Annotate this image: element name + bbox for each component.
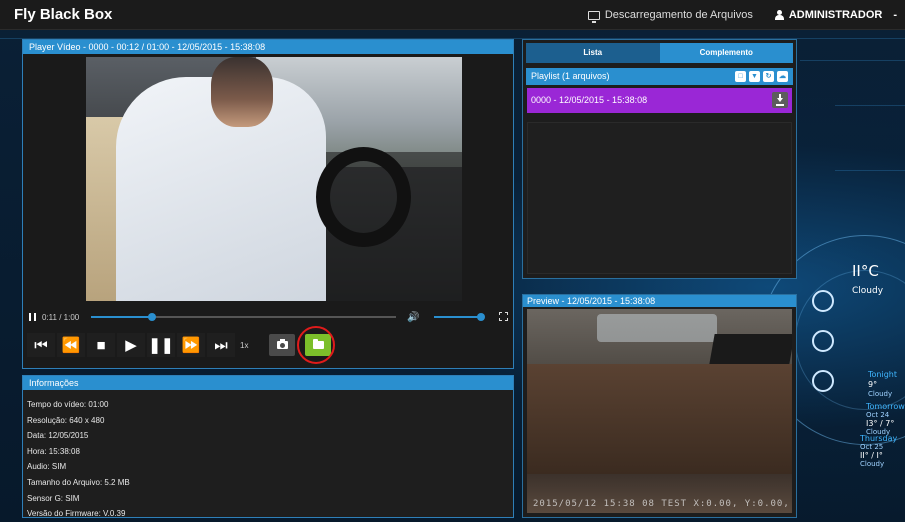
- highlight-circle: [297, 326, 335, 364]
- user-menu[interactable]: ADMINISTRADOR -: [774, 9, 897, 21]
- info-title: Informações: [23, 376, 513, 390]
- hud-tonight-label: Tonight: [868, 370, 897, 379]
- tab-lista[interactable]: Lista: [526, 43, 660, 63]
- playback-controls: ⏮ ⏪ ■ ▶ ❚❚ ⏩ ⏭ 1x: [27, 333, 332, 357]
- download-icon: [776, 94, 784, 106]
- volume-handle[interactable]: [477, 313, 485, 321]
- info-panel: Informações Tempo do vídeo: 01:00 Resolu…: [22, 375, 514, 518]
- document-icon[interactable]: □: [735, 71, 746, 82]
- fast-forward-icon: ⏩: [181, 337, 201, 354]
- hud-thursday-cond: Cloudy: [860, 460, 885, 468]
- playlist-item[interactable]: 0000 - 12/05/2015 - 15:38:08: [527, 88, 792, 113]
- playlist-header: Playlist (1 arquivos) □ ▼ ↻ ☁: [526, 68, 793, 85]
- volume-slider[interactable]: [434, 313, 485, 321]
- hud-tonight-temp: 9°: [868, 380, 878, 389]
- skip-start-icon: ⏮: [34, 336, 48, 354]
- preview-overlay-text: 2015/05/12 15:38 08 TEST X:0.00, Y:0.00,…: [533, 499, 792, 509]
- info-line: Versão do Firmware: V.0.39: [27, 509, 126, 519]
- fullscreen-icon[interactable]: [499, 312, 508, 321]
- last-button[interactable]: ⏭: [207, 333, 235, 357]
- app-title[interactable]: Fly Black Box: [14, 6, 112, 23]
- refresh-icon[interactable]: ↻: [763, 71, 774, 82]
- tab-complemento[interactable]: Complemento: [659, 43, 793, 63]
- player-title: Player Vídeo - 0000 - 00:12 / 01:00 - 12…: [23, 40, 513, 54]
- info-line: Tempo do vídeo: 01:00: [27, 400, 109, 409]
- speed-label[interactable]: 1x: [240, 341, 248, 350]
- stop-button[interactable]: ■: [87, 333, 115, 357]
- fast-forward-button[interactable]: ⏩: [177, 333, 205, 357]
- cloud-icon[interactable]: ☁: [777, 71, 788, 82]
- time-display: 0:11 / 1:00: [42, 312, 80, 322]
- downloads-label: Descarregamento de Arquivos: [604, 9, 753, 21]
- info-line: Audio: SIM: [27, 462, 67, 472]
- playlist-title: Playlist (1 arquivos): [531, 71, 610, 81]
- seek-handle[interactable]: [148, 313, 156, 321]
- video-frame[interactable]: [86, 57, 462, 301]
- preview-title: Preview - 12/05/2015 - 15:38:08: [523, 295, 796, 307]
- progress-row: 0:11 / 1:00 🔊: [29, 310, 509, 324]
- downloads-link[interactable]: Descarregamento de Arquivos: [587, 9, 753, 23]
- monitor-icon: [587, 10, 600, 23]
- user-label: ADMINISTRADOR: [788, 9, 883, 21]
- info-line: Sensor G: SIM: [27, 493, 80, 503]
- skip-end-icon: ⏭: [214, 336, 228, 354]
- hud-tonight-cond: Cloudy: [868, 390, 893, 398]
- top-navbar: Fly Black Box Descarregamento de Arquivo…: [0, 0, 905, 30]
- info-line: Hora: 15:38:08: [27, 446, 80, 456]
- user-caret: -: [893, 9, 897, 21]
- camera-icon: [276, 339, 288, 349]
- rewind-icon: ⏪: [61, 337, 81, 354]
- info-line: Resolução: 640 x 480: [27, 415, 105, 425]
- play-button[interactable]: ▶: [117, 333, 145, 357]
- preview-image: 2015/05/12 15:38 08 TEST X:0.00, Y:0.00,…: [527, 309, 792, 513]
- hud-condition: Cloudy: [852, 286, 884, 296]
- download-button[interactable]: [772, 92, 788, 108]
- hud-temperature: II°C: [852, 262, 879, 280]
- first-button[interactable]: ⏮: [27, 333, 55, 357]
- play-icon: ▶: [125, 337, 137, 354]
- playlist-item-label: 0000 - 12/05/2015 - 15:38:08: [531, 95, 648, 105]
- snapshot-button[interactable]: [269, 334, 296, 356]
- playlist-area: [527, 122, 792, 274]
- stop-icon: ■: [96, 336, 106, 354]
- volume-icon[interactable]: 🔊: [407, 312, 419, 323]
- info-line: Tamanho do Arquivo: 5.2 MB: [27, 477, 130, 487]
- info-body: Tempo do vídeo: 01:00 Resolução: 640 x 4…: [23, 390, 513, 522]
- video-player-panel: Player Vídeo - 0000 - 00:12 / 01:00 - 12…: [22, 39, 514, 369]
- seek-fill: [91, 316, 152, 318]
- pause-button[interactable]: ❚❚: [147, 333, 175, 357]
- pause-icon: ❚❚: [148, 337, 174, 354]
- seek-bar[interactable]: [91, 313, 396, 321]
- rewind-button[interactable]: ⏪: [57, 333, 85, 357]
- info-line: Data: 12/05/2015: [27, 431, 89, 441]
- filter-icon[interactable]: ▼: [749, 71, 760, 82]
- tab-bar: Lista Complemento: [526, 43, 793, 63]
- user-icon: [774, 10, 784, 20]
- playlist-panel: Lista Complemento Playlist (1 arquivos) …: [522, 39, 797, 279]
- pause-small-icon[interactable]: [29, 313, 36, 321]
- preview-panel: Preview - 12/05/2015 - 15:38:08 2015/05/…: [522, 294, 797, 518]
